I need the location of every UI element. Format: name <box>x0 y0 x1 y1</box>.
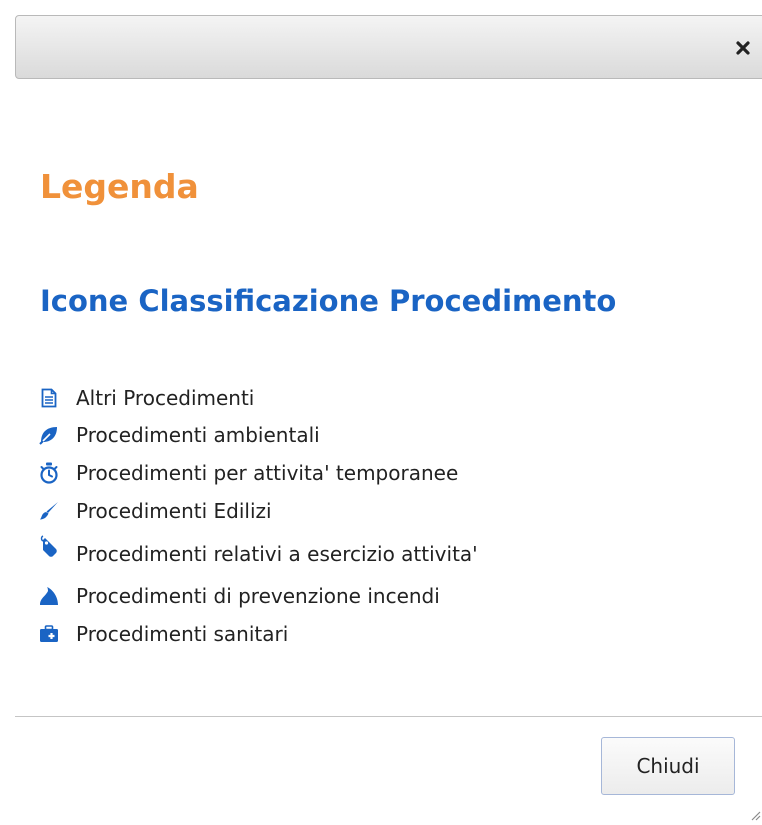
close-icon[interactable] <box>733 38 753 58</box>
resize-handle-icon[interactable] <box>749 806 761 821</box>
legend-item-label: Procedimenti di prevenzione incendi <box>76 584 440 608</box>
legend-item: Procedimenti ambientali <box>38 420 320 450</box>
close-button[interactable]: Chiudi <box>601 737 735 795</box>
legend-item: Procedimenti di prevenzione incendi <box>38 581 440 611</box>
legend-item: Procedimenti sanitari <box>38 619 288 649</box>
legend-title: Legenda <box>40 167 199 206</box>
tag-icon <box>38 535 60 558</box>
dialog-titlebar[interactable] <box>15 15 762 79</box>
legend-item: Procedimenti Edilizi <box>38 496 272 526</box>
legend-item: Procedimenti per attivita' temporanee <box>38 458 458 488</box>
stopwatch-icon <box>38 462 60 484</box>
legend-item-label: Procedimenti Edilizi <box>76 499 272 523</box>
legend-item: Altri Procedimenti <box>38 383 254 413</box>
legend-dialog: Legenda Icone Classificazione Procedimen… <box>0 0 762 821</box>
leaf-icon <box>38 424 60 446</box>
legend-item-label: Procedimenti relativi a esercizio attivi… <box>76 542 478 566</box>
legend-item: Procedimenti relativi a esercizio attivi… <box>38 535 478 569</box>
legend-item-label: Altri Procedimenti <box>76 386 255 410</box>
footer-divider <box>15 716 762 717</box>
fire-icon <box>38 585 60 607</box>
section-title: Icone Classificazione Procedimento <box>40 284 617 318</box>
document-icon <box>38 387 60 409</box>
medkit-icon <box>38 623 60 645</box>
brush-icon <box>38 500 60 522</box>
legend-item-label: Procedimenti ambientali <box>76 423 320 447</box>
legend-item-label: Procedimenti per attivita' temporanee <box>76 461 459 485</box>
legend-item-label: Procedimenti sanitari <box>76 622 289 646</box>
